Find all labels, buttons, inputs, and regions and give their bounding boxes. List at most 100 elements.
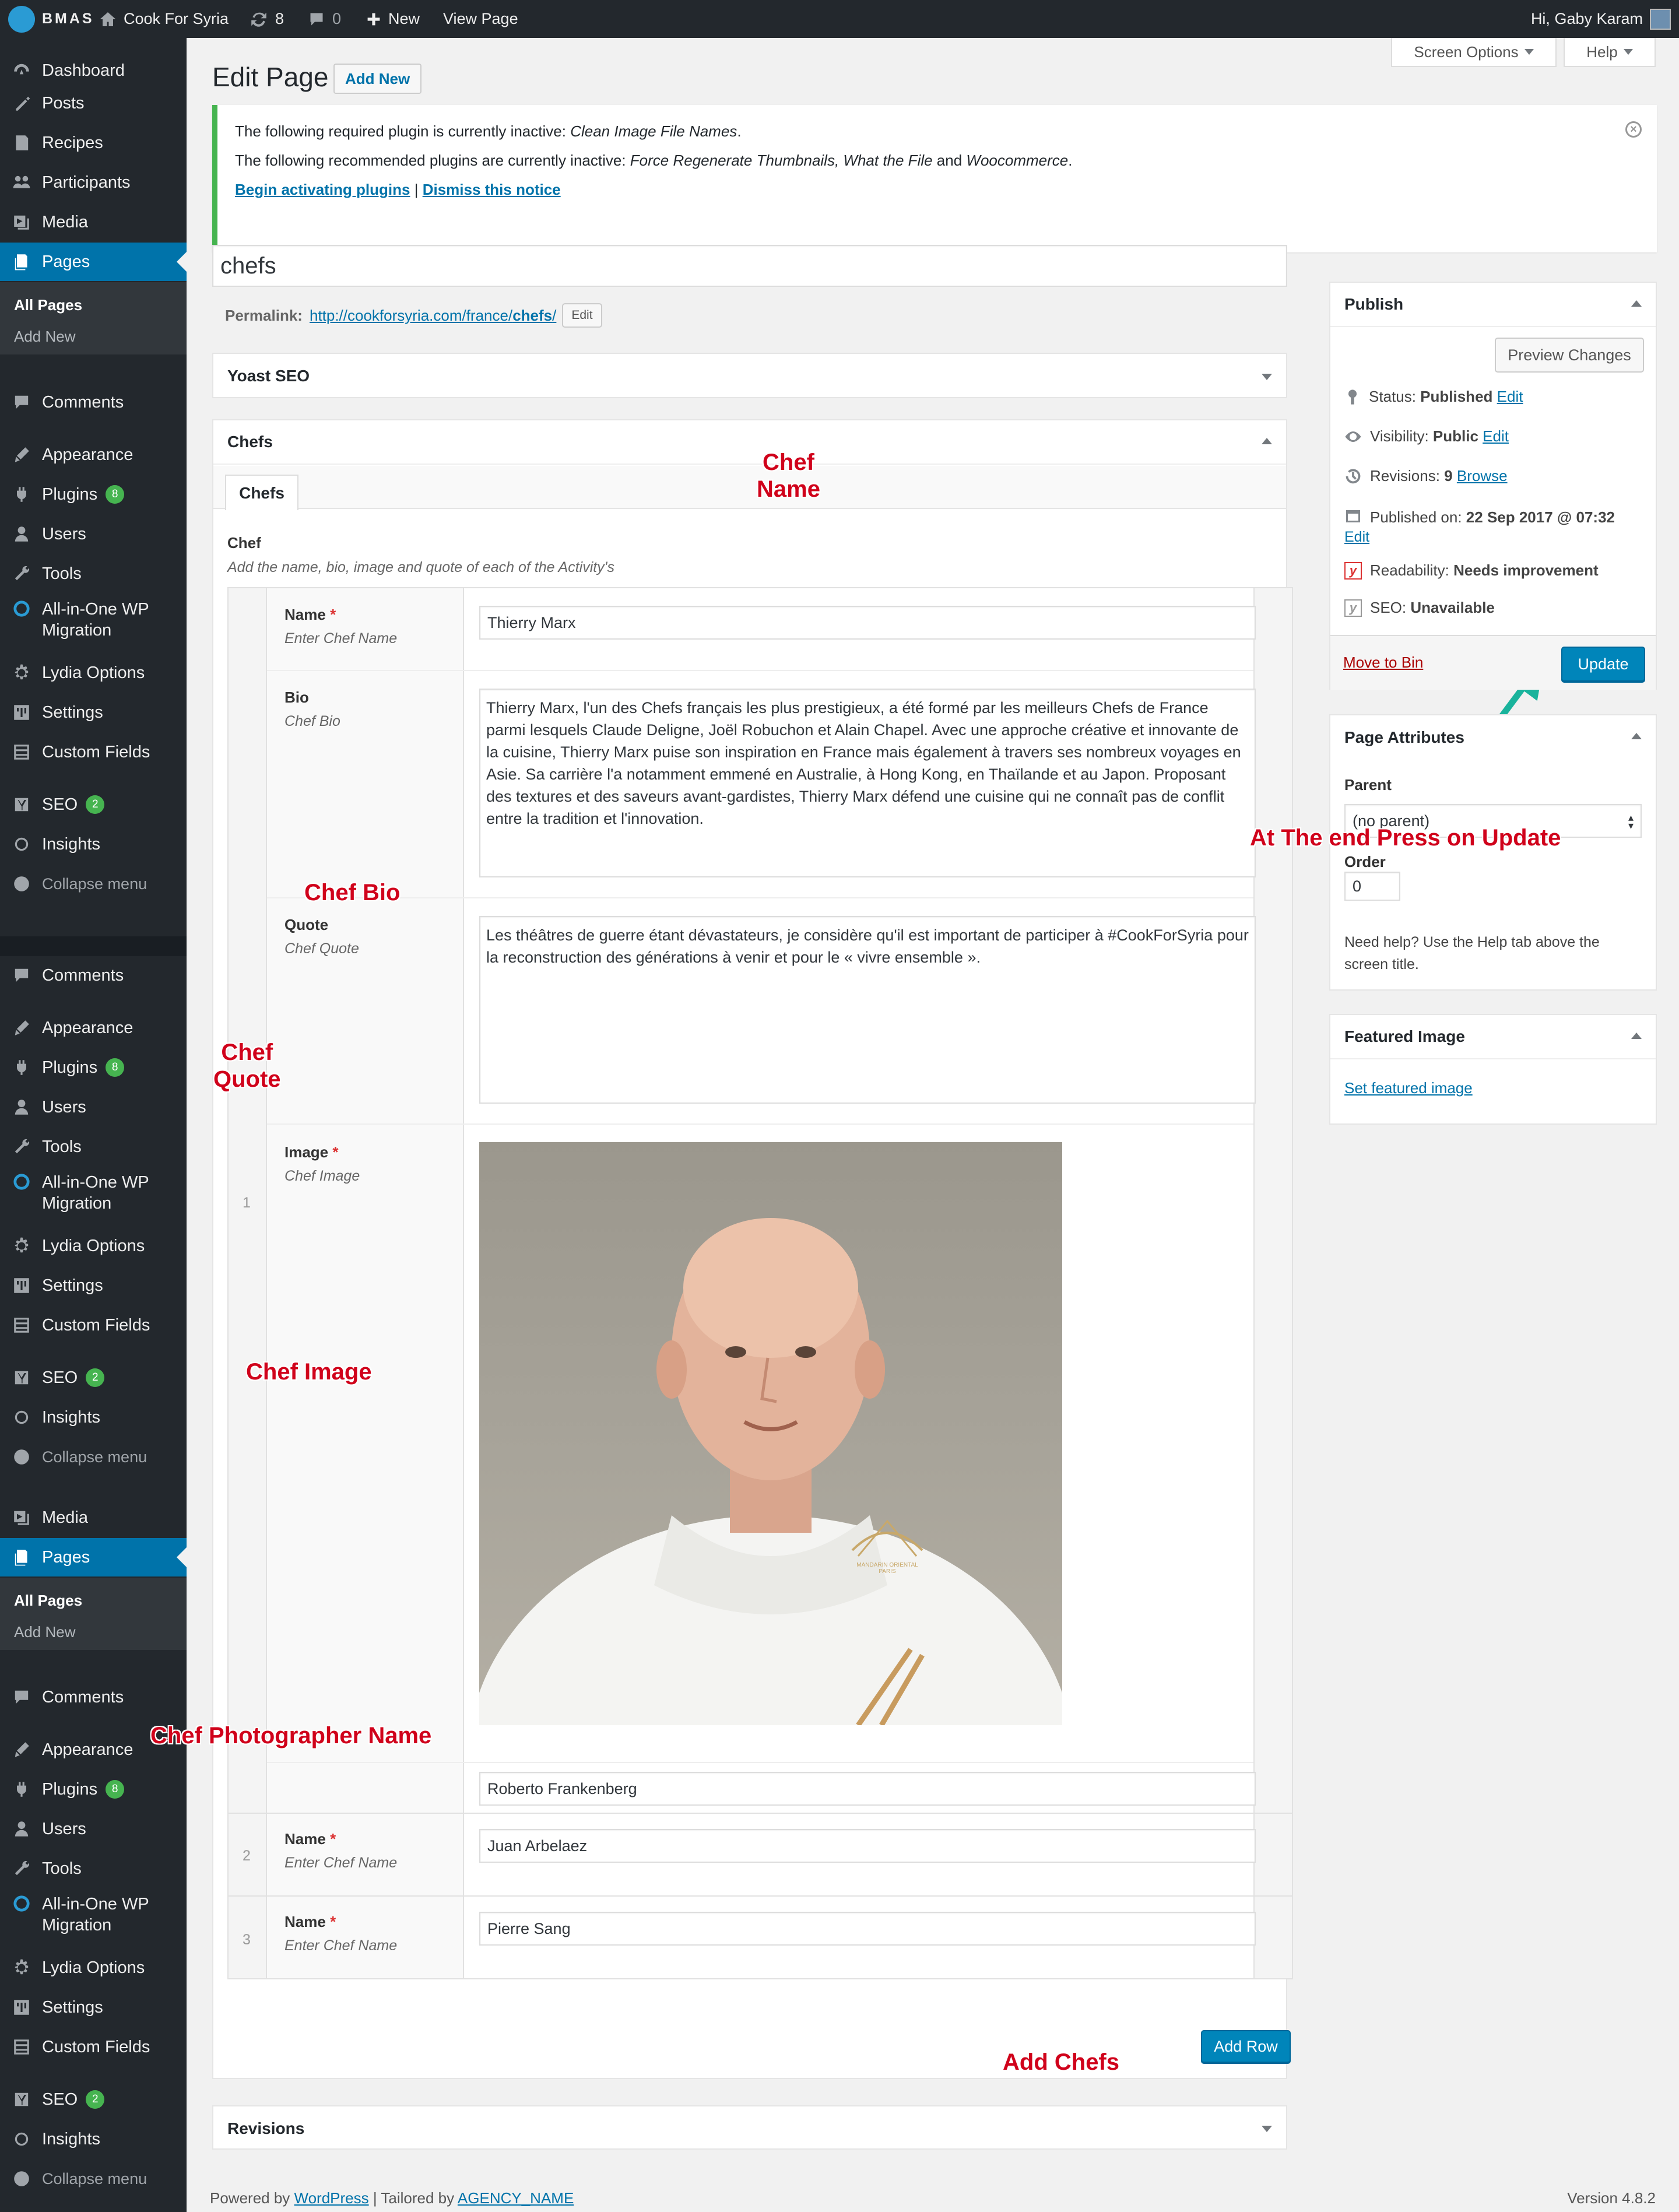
agency-link[interactable]: AGENCY_NAME	[458, 2189, 574, 2207]
close-icon[interactable]: ×	[1625, 121, 1642, 138]
sidebar-item-collapse[interactable]: Collapse menu	[0, 1438, 187, 1476]
submenu-all-pages[interactable]: All Pages	[14, 296, 82, 314]
footer-credits: Powered by WordPress | Tailored by AGENC…	[210, 2189, 574, 2207]
toggle-down-icon[interactable]	[1262, 2126, 1272, 2132]
sidebar-item-insights[interactable]: Insights	[0, 2120, 187, 2158]
comments-link[interactable]: 0	[308, 0, 341, 38]
new-content-link[interactable]: New	[366, 0, 420, 38]
sidebar-item-media[interactable]: Media	[0, 203, 187, 241]
screen-options-button[interactable]: Screen Options	[1391, 38, 1557, 67]
sidebar-item-seo[interactable]: SEO 2	[0, 2080, 187, 2119]
edit-date-link[interactable]: Edit	[1344, 529, 1369, 546]
sidebar-item-plugins[interactable]: Plugins 8	[0, 1048, 187, 1087]
browse-revisions-link[interactable]: Browse	[1457, 467, 1508, 484]
account-menu[interactable]: Hi, Gaby Karam	[1531, 0, 1671, 38]
move-to-bin-link[interactable]: Move to Bin	[1343, 654, 1423, 672]
permalink-link[interactable]: http://cookforsyria.com/france/chefs/	[310, 307, 556, 325]
sidebar-item-seo[interactable]: SEO 2	[0, 785, 187, 824]
site-logo[interactable]: BMAS	[8, 0, 94, 38]
sidebar-item-users[interactable]: Users	[0, 1810, 187, 1848]
edit-visibility-link[interactable]: Edit	[1483, 427, 1509, 445]
begin-activating-link[interactable]: Begin activating plugins	[235, 181, 410, 198]
sidebar-item-collapse[interactable]: Collapse menu	[0, 865, 187, 903]
sidebar-item-users[interactable]: Users	[0, 1088, 187, 1126]
toggle-down-icon[interactable]	[1262, 374, 1272, 380]
tab-chefs[interactable]: Chefs	[225, 475, 298, 510]
image-field-label: Image *	[284, 1143, 339, 1161]
sidebar-item-insights[interactable]: Insights	[0, 825, 187, 863]
row-number[interactable]: 1	[243, 1195, 251, 1212]
chef-image[interactable]: MANDARIN ORIENTAL PARIS	[479, 1142, 1062, 1725]
sidebar-item-insights[interactable]: Insights	[0, 1398, 187, 1437]
sidebar-item-participants[interactable]: Participants	[0, 163, 187, 202]
permalink-edit-button[interactable]: Edit	[562, 303, 602, 328]
toggle-up-icon[interactable]	[1262, 438, 1272, 444]
yoast-readability-icon: y	[1344, 561, 1362, 580]
sidebar-item-migration[interactable]: All-in-One WP Migration	[0, 1886, 187, 1939]
sidebar-item-lydia[interactable]: Lydia Options	[0, 1227, 187, 1265]
sidebar-item-posts[interactable]: Posts	[0, 84, 187, 122]
sidebar-item-tools[interactable]: Tools	[0, 1849, 187, 1888]
site-name-link[interactable]: Cook For Syria	[99, 0, 229, 38]
edit-status-link[interactable]: Edit	[1497, 388, 1523, 405]
sidebar-item-comments[interactable]: Comments	[0, 383, 187, 422]
row-actions-column	[1253, 588, 1292, 1978]
sidebar-item-appearance[interactable]: Appearance	[0, 436, 187, 474]
submenu-add-new[interactable]: Add New	[14, 328, 76, 346]
photographer-input[interactable]: Roberto Frankenberg	[479, 1772, 1256, 1806]
sidebar-item-appearance[interactable]: Appearance	[0, 1009, 187, 1047]
sidebar-item-comments[interactable]: Comments	[0, 956, 187, 995]
order-input[interactable]: 0	[1344, 872, 1400, 901]
sidebar-item-seo[interactable]: SEO 2	[0, 1358, 187, 1397]
sidebar-item-pages[interactable]: Pages	[0, 243, 187, 281]
toggle-up-icon[interactable]	[1631, 1033, 1642, 1039]
chef-bio-textarea[interactable]: Thierry Marx, l'un des Chefs français le…	[479, 689, 1256, 877]
add-new-page-button[interactable]: Add New	[333, 64, 422, 94]
preview-changes-button[interactable]: Preview Changes	[1495, 338, 1644, 373]
sidebar-item-custom-fields[interactable]: Custom Fields	[0, 1306, 187, 1344]
sidebar-item-lydia[interactable]: Lydia Options	[0, 1948, 187, 1987]
revisions-box[interactable]: Revisions	[212, 2105, 1287, 2150]
sidebar-item-recipes[interactable]: Recipes	[0, 124, 187, 162]
dismiss-notice-link[interactable]: Dismiss this notice	[423, 181, 561, 198]
help-button[interactable]: Help	[1564, 38, 1656, 67]
toggle-up-icon[interactable]	[1631, 300, 1642, 307]
toggle-up-icon[interactable]	[1631, 733, 1642, 739]
sidebar-item-plugins[interactable]: Plugins 8	[0, 1770, 187, 1809]
chef-name-input[interactable]: Pierre Sang	[479, 1912, 1256, 1946]
yoast-seo-box[interactable]: Yoast SEO	[212, 353, 1287, 398]
sidebar-item-plugins[interactable]: Plugins 8	[0, 475, 187, 514]
chef-name-input[interactable]: Juan Arbelaez	[479, 1829, 1256, 1863]
sidebar-item-pages[interactable]: Pages	[0, 1538, 187, 1577]
page-title-input[interactable]: chefs	[212, 245, 1287, 287]
sidebar-item-tools[interactable]: Tools	[0, 1128, 187, 1166]
add-row-button[interactable]: Add Row	[1201, 2030, 1291, 2063]
sidebar-item-settings[interactable]: Settings	[0, 1266, 187, 1305]
submenu-add-new[interactable]: Add New	[14, 1623, 76, 1641]
updates-link[interactable]: 8	[250, 0, 284, 38]
sidebar-item-collapse[interactable]: Collapse menu	[0, 2160, 187, 2198]
sidebar-item-comments[interactable]: Comments	[0, 1678, 187, 1716]
sidebar-item-users[interactable]: Users	[0, 515, 187, 553]
update-button[interactable]: Update	[1561, 647, 1645, 682]
submenu-all-pages[interactable]: All Pages	[14, 1592, 82, 1610]
row-number[interactable]: 2	[243, 1848, 251, 1865]
seo-icon	[15, 798, 29, 812]
custom-fields-icon	[14, 745, 29, 760]
sidebar-item-custom-fields[interactable]: Custom Fields	[0, 2028, 187, 2066]
featured-image-title: Featured Image	[1330, 1015, 1656, 1059]
sidebar-item-settings[interactable]: Settings	[0, 1988, 187, 2027]
chef-name-input[interactable]: Thierry Marx	[479, 606, 1256, 640]
sidebar-item-tools[interactable]: Tools	[0, 554, 187, 593]
sidebar-item-custom-fields[interactable]: Custom Fields	[0, 733, 187, 771]
chef-quote-textarea[interactable]: Les théâtres de guerre étant dévastateur…	[479, 916, 1256, 1104]
sidebar-item-settings[interactable]: Settings	[0, 693, 187, 732]
view-page-link[interactable]: View Page	[443, 0, 518, 38]
sidebar-item-media[interactable]: Media	[0, 1498, 187, 1537]
row-number[interactable]: 3	[243, 1932, 251, 1948]
wordpress-link[interactable]: WordPress	[294, 2189, 369, 2207]
set-featured-image-link[interactable]: Set featured image	[1344, 1079, 1473, 1097]
sidebar-item-migration[interactable]: All-in-One WP Migration	[0, 591, 187, 644]
sidebar-item-lydia[interactable]: Lydia Options	[0, 654, 187, 692]
sidebar-item-migration[interactable]: All-in-One WP Migration	[0, 1164, 187, 1217]
